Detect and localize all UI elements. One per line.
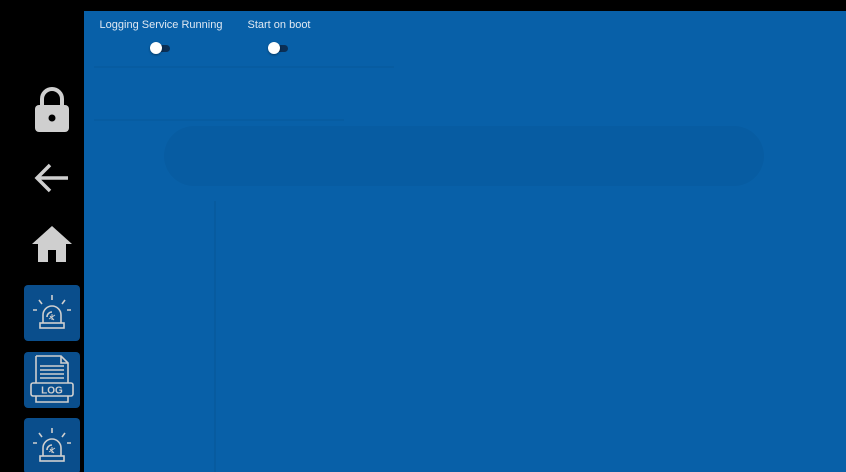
siren-icon [33, 428, 71, 462]
logging-service-toggle[interactable] [150, 42, 172, 54]
alarm-button[interactable] [24, 285, 80, 341]
log-file-icon: LOG [30, 355, 74, 403]
log-button[interactable]: LOG [24, 352, 80, 408]
back-button[interactable] [24, 150, 80, 206]
lock-icon [35, 87, 69, 132]
start-on-boot-setting: Start on boot [239, 19, 319, 54]
sidebar: LOG [0, 0, 84, 472]
home-icon [32, 226, 72, 262]
background-shape [164, 126, 764, 186]
logging-service-setting: Logging Service Running [91, 19, 231, 54]
background-line [94, 119, 344, 121]
log-label: LOG [41, 386, 63, 397]
alarm-button-2[interactable] [24, 418, 80, 472]
toggle-thumb [150, 42, 162, 54]
main-panel: Logging Service Running Start on boot [84, 11, 846, 472]
start-on-boot-label: Start on boot [247, 19, 311, 31]
home-button[interactable] [24, 216, 80, 272]
background-line [94, 66, 394, 68]
background-line [214, 201, 216, 472]
arrow-left-icon [34, 163, 68, 193]
logging-service-label: Logging Service Running [99, 19, 223, 31]
app-screen: LOG Logging Service Running Start on boo… [0, 0, 846, 472]
siren-icon [33, 295, 71, 329]
toggle-thumb [268, 42, 280, 54]
start-on-boot-toggle[interactable] [268, 42, 290, 54]
lock-button[interactable] [24, 82, 80, 138]
